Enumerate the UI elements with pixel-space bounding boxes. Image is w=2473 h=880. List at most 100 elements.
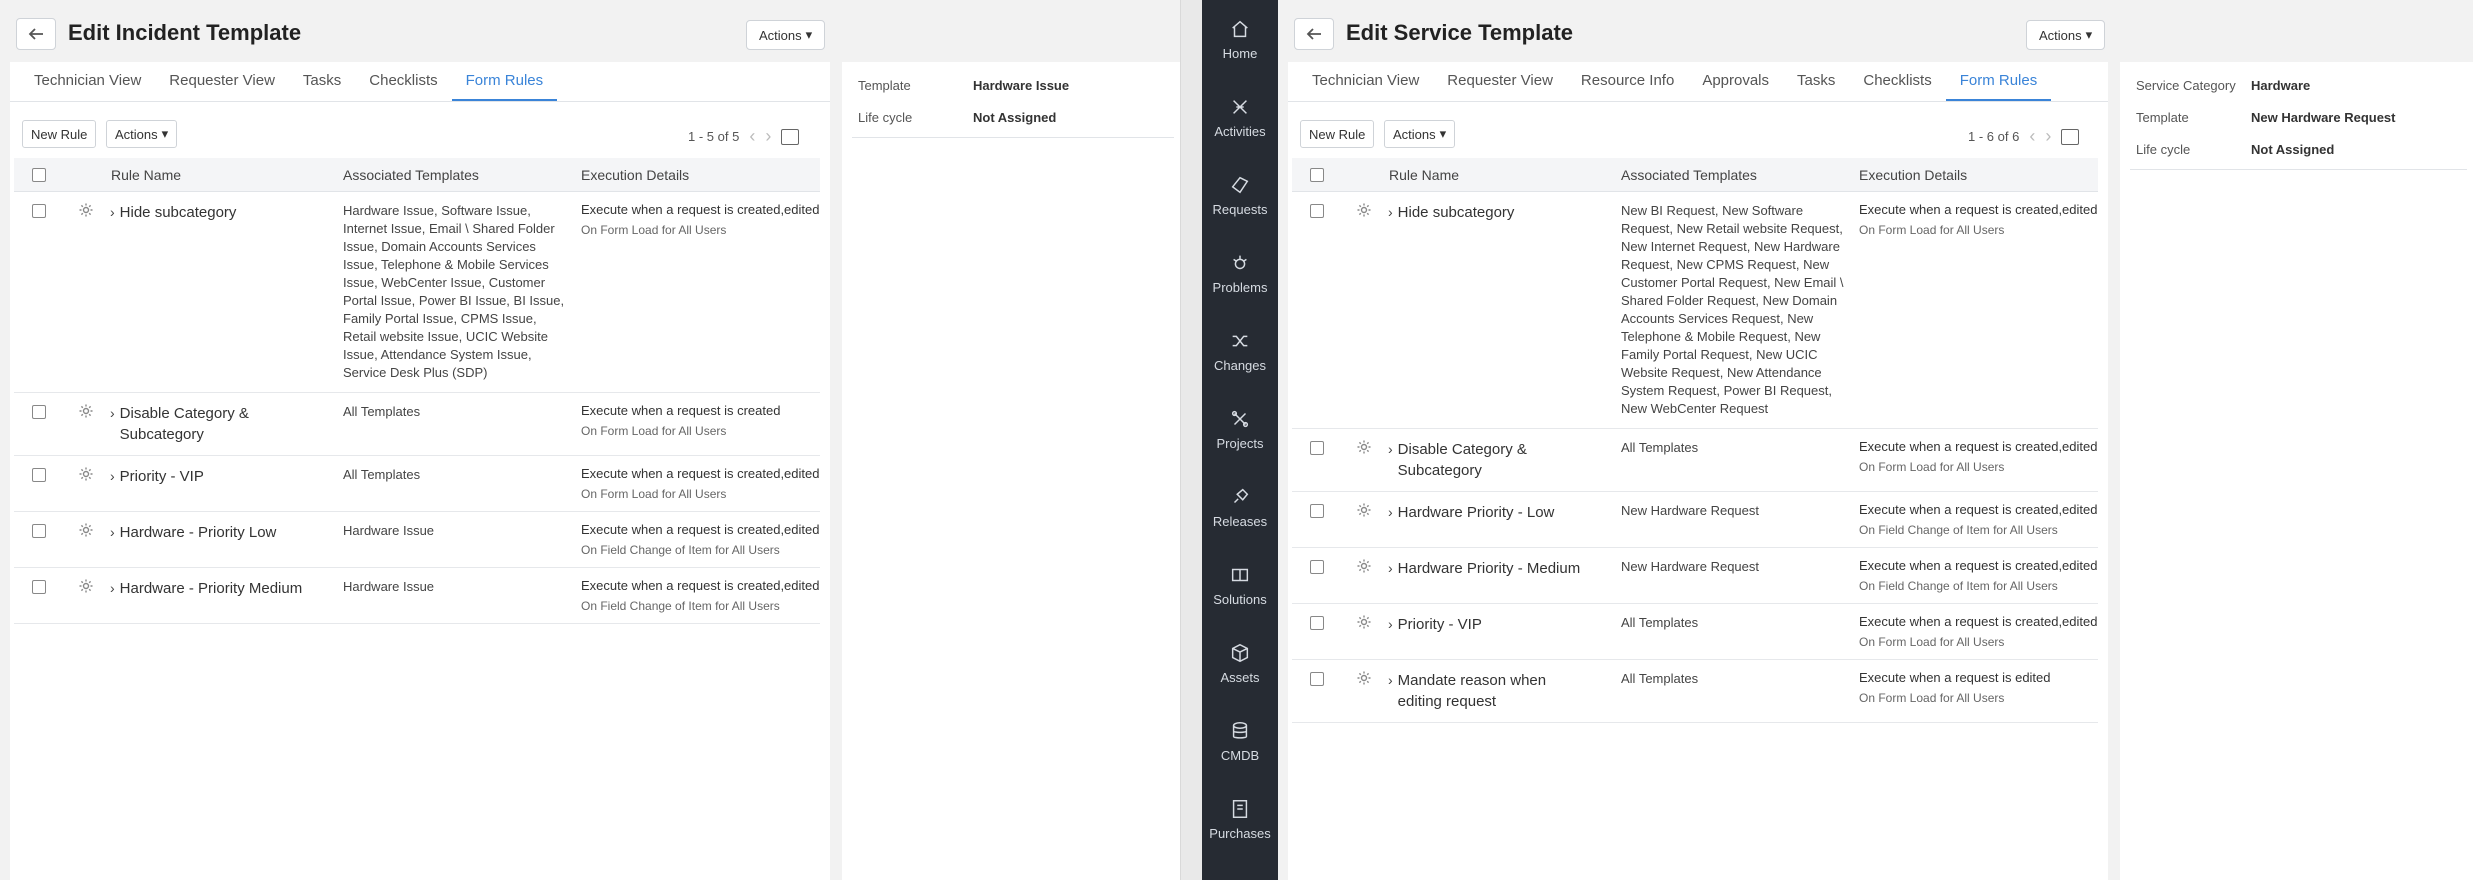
rule-name[interactable]: Disable Category & Subcategory: [1398, 439, 1591, 481]
table-row[interactable]: › Hardware - Priority Low Hardware Issue Ex…: [14, 512, 820, 568]
row-checkbox[interactable]: [1310, 504, 1324, 518]
col-rule-name[interactable]: Rule Name: [104, 167, 343, 183]
chevron-right-icon[interactable]: ›: [110, 578, 115, 599]
row-checkbox[interactable]: [32, 580, 46, 594]
back-button[interactable]: [1294, 18, 1334, 50]
rule-name[interactable]: Hide subcategory: [1398, 202, 1515, 223]
nav-home[interactable]: Home: [1202, 0, 1278, 78]
nav-activities[interactable]: Activities: [1202, 78, 1278, 156]
row-checkbox[interactable]: [32, 405, 46, 419]
rule-settings[interactable]: [64, 512, 104, 567]
row-checkbox[interactable]: [1310, 441, 1324, 455]
chevron-right-icon[interactable]: ›: [1388, 502, 1393, 523]
header-actions-button[interactable]: Actions ▾: [746, 20, 826, 50]
rule-name[interactable]: Hide subcategory: [120, 202, 237, 223]
table-row[interactable]: › Mandate reason when editing request All …: [1292, 660, 2098, 723]
rule-settings[interactable]: [64, 393, 104, 455]
rule-name[interactable]: Hardware - Priority Medium: [120, 578, 303, 599]
tab-form-rules[interactable]: Form Rules: [1945, 62, 2052, 101]
toolbar-actions-button[interactable]: Actions ▾: [106, 120, 178, 148]
row-checkbox[interactable]: [1310, 672, 1324, 686]
table-row[interactable]: › Disable Category & Subcategory All Templ…: [14, 393, 820, 456]
rule-name[interactable]: Priority - VIP: [120, 466, 204, 487]
tab-approvals[interactable]: Approvals: [1688, 62, 1783, 101]
row-checkbox[interactable]: [1310, 204, 1324, 218]
tab-tasks[interactable]: Tasks: [289, 62, 355, 101]
chevron-right-icon[interactable]: ›: [110, 466, 115, 487]
tab-requester-view[interactable]: Requester View: [155, 62, 289, 101]
table-row[interactable]: › Hide subcategory New BI Request, New Sof…: [1292, 192, 2098, 429]
rule-settings[interactable]: [1342, 429, 1382, 491]
rule-name[interactable]: Hardware Priority - Low: [1398, 502, 1555, 523]
tab-form-rules[interactable]: Form Rules: [451, 62, 558, 101]
nav-releases[interactable]: Releases: [1202, 468, 1278, 546]
chevron-right-icon[interactable]: ›: [1388, 558, 1393, 579]
nav-projects[interactable]: Projects: [1202, 390, 1278, 468]
chevron-right-icon[interactable]: ›: [1388, 202, 1393, 223]
chevron-right-icon[interactable]: ›: [1388, 614, 1393, 635]
next-page-icon[interactable]: ›: [765, 126, 771, 147]
table-row[interactable]: › Hardware - Priority Medium Hardware Issu…: [14, 568, 820, 624]
row-checkbox[interactable]: [1310, 560, 1324, 574]
rule-settings[interactable]: [64, 192, 104, 392]
new-rule-button[interactable]: New Rule: [1300, 120, 1375, 148]
row-checkbox[interactable]: [32, 524, 46, 538]
nav-problems[interactable]: Problems: [1202, 234, 1278, 312]
tab-checklists[interactable]: Checklists: [1849, 62, 1945, 101]
column-chooser-icon[interactable]: [781, 128, 800, 145]
chevron-right-icon[interactable]: ›: [110, 522, 115, 543]
rule-settings[interactable]: [64, 456, 104, 511]
rule-name[interactable]: Hardware Priority - Medium: [1398, 558, 1581, 579]
nav-purchases[interactable]: Purchases: [1202, 780, 1278, 858]
col-rule-name[interactable]: Rule Name: [1382, 167, 1621, 183]
rule-name[interactable]: Priority - VIP: [1398, 614, 1482, 635]
table-row[interactable]: › Priority - VIP All Templates Execute when…: [14, 456, 820, 512]
table-row[interactable]: › Hardware Priority - Medium New Hardware …: [1292, 548, 2098, 604]
row-checkbox[interactable]: [32, 468, 46, 482]
select-all-checkbox[interactable]: [1310, 167, 1324, 182]
rule-name[interactable]: Hardware - Priority Low: [120, 522, 277, 543]
column-chooser-icon[interactable]: [2061, 128, 2080, 145]
nav-changes[interactable]: Changes: [1202, 312, 1278, 390]
rule-settings[interactable]: [1342, 604, 1382, 659]
rule-settings[interactable]: [1342, 548, 1382, 603]
chevron-right-icon[interactable]: ›: [110, 403, 115, 445]
table-row[interactable]: › Hardware Priority - Low New Hardware Req…: [1292, 492, 2098, 548]
chevron-right-icon[interactable]: ›: [110, 202, 115, 223]
rule-name[interactable]: Mandate reason when editing request: [1398, 670, 1591, 712]
prev-page-icon[interactable]: ‹: [749, 126, 755, 147]
tab-requester-view[interactable]: Requester View: [1433, 62, 1567, 101]
nav-assets[interactable]: Assets: [1202, 624, 1278, 702]
tab-tasks[interactable]: Tasks: [1783, 62, 1849, 101]
select-all-checkbox[interactable]: [32, 167, 46, 182]
back-button[interactable]: [16, 18, 56, 50]
nav-solutions[interactable]: Solutions: [1202, 546, 1278, 624]
row-checkbox[interactable]: [32, 204, 46, 218]
rule-settings[interactable]: [1342, 492, 1382, 547]
rule-settings[interactable]: [1342, 192, 1382, 428]
col-associated-templates[interactable]: Associated Templates: [1621, 167, 1859, 183]
table-row[interactable]: › Hide subcategory Hardware Issue, Softwar…: [14, 192, 820, 393]
prev-page-icon[interactable]: ‹: [2029, 126, 2035, 147]
rule-name[interactable]: Disable Category & Subcategory: [120, 403, 313, 445]
table-row[interactable]: › Priority - VIP All Templates Execute when…: [1292, 604, 2098, 660]
nav-requests[interactable]: Requests: [1202, 156, 1278, 234]
row-checkbox[interactable]: [1310, 616, 1324, 630]
tab-resource-info[interactable]: Resource Info: [1567, 62, 1688, 101]
col-execution-details[interactable]: Execution Details: [581, 167, 820, 183]
rule-settings[interactable]: [1342, 660, 1382, 722]
rule-settings[interactable]: [64, 568, 104, 623]
toolbar-actions-button[interactable]: Actions ▾: [1384, 120, 1456, 148]
next-page-icon[interactable]: ›: [2045, 126, 2051, 147]
col-associated-templates[interactable]: Associated Templates: [343, 167, 581, 183]
table-row[interactable]: › Disable Category & Subcategory All Templ…: [1292, 429, 2098, 492]
col-execution-details[interactable]: Execution Details: [1859, 167, 2098, 183]
header-actions-button[interactable]: Actions ▾: [2026, 20, 2106, 50]
nav-cmdb[interactable]: CMDB: [1202, 702, 1278, 780]
tab-technician-view[interactable]: Technician View: [1298, 62, 1433, 101]
chevron-right-icon[interactable]: ›: [1388, 670, 1393, 712]
tab-technician-view[interactable]: Technician View: [20, 62, 155, 101]
tab-checklists[interactable]: Checklists: [355, 62, 451, 101]
new-rule-button[interactable]: New Rule: [22, 120, 97, 148]
chevron-right-icon[interactable]: ›: [1388, 439, 1393, 481]
